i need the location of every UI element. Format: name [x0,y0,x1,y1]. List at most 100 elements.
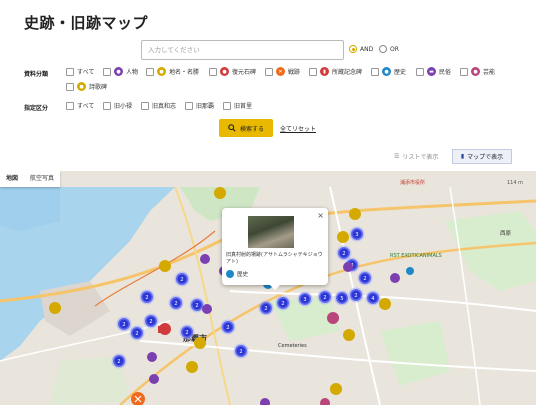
svg-text:2: 2 [145,295,148,301]
and-label: AND [360,45,374,53]
category-label-history: 歴史 [394,69,407,76]
map-view-button[interactable]: ▮ マップで表示 [452,149,512,164]
svg-text:2: 2 [149,319,152,325]
search-icon [228,124,236,132]
svg-text:3: 3 [355,232,358,238]
category-label-folk: 民俗 [439,69,452,76]
district-label-oroku: 旧小禄 [114,103,133,110]
checkbox-icon [209,67,217,76]
category-checkbox-arts[interactable]: ● 芸能 [460,67,495,76]
map-info-popup[interactable]: × 旧真村射的場跡(アサトムラシャテキジョウアト) 歴史 [222,208,328,290]
history-icon: ● [382,67,391,76]
person-icon: ● [114,67,123,76]
site-category: 歴史 [226,270,248,278]
district-label-mawashi: 旧真和志 [152,103,177,110]
category-label-arts: 芸能 [483,69,496,76]
district-label-naha: 旧那覇 [196,103,215,110]
svg-text:2: 2 [135,331,138,337]
svg-text:5: 5 [340,296,343,302]
district-checkbox-mawashi[interactable]: 旧真和志 [141,101,176,110]
checkbox-icon [416,67,424,76]
search-input[interactable] [141,40,344,60]
checkbox-icon [66,101,74,110]
history-icon [226,270,234,278]
search-button-label: 検索する [239,125,264,133]
and-radio[interactable]: AND [349,45,373,53]
category-label-landmark: 地名・名勝 [169,69,200,76]
category-checkbox-monument[interactable]: ▮ 所蔵記念碑 [309,67,362,76]
svg-text:3: 3 [303,297,306,303]
category-checkbox-stone[interactable]: ● 復元石碑 [209,67,256,76]
map-view-label: マップで表示 [467,154,504,161]
category-label-monument: 所蔵記念碑 [332,69,363,76]
checkbox-icon [185,101,193,110]
district-checkbox-naha[interactable]: 旧那覇 [185,101,214,110]
list-view-button[interactable]: ☰ リストで表示 [394,152,438,161]
svg-text:2: 2 [117,359,120,365]
checkbox-icon [66,67,74,76]
category-checkbox-poem[interactable]: ● 詩歌碑 [66,82,107,91]
monument-icon: ▮ [320,67,329,76]
checkbox-icon [103,101,111,110]
arts-icon: ● [471,67,480,76]
checkbox-icon [146,67,154,76]
search-button[interactable]: 検索する [219,119,273,137]
category-checkbox-all[interactable]: すべて [66,67,94,76]
svg-text:2: 2 [354,293,357,299]
list-icon: ☰ [394,153,400,160]
landmark-icon: ● [157,67,166,76]
category-checkbox-person[interactable]: ● 人物 [103,67,138,76]
list-view-label: リストで表示 [402,154,439,161]
district-checkbox-shuri[interactable]: 旧首里 [223,101,252,110]
checkbox-icon [141,101,149,110]
category-label: 資料分類 [24,71,49,78]
checkbox-icon [371,67,379,76]
site-photo [248,216,294,248]
svg-text:2: 2 [180,277,183,283]
category-checkbox-folk[interactable]: ▬ 民俗 [416,67,451,76]
checkbox-icon [223,101,231,110]
category-label-battle: 戦跡 [288,69,301,76]
svg-text:2: 2 [226,325,229,331]
checkbox-icon [309,67,317,76]
map-canvas[interactable]: 地図 航空写真 那覇市 浦添市役所 Cemeteries RST EXOTICA… [0,171,536,405]
reset-link[interactable]: 全てリセット [280,124,316,133]
close-icon[interactable]: × [317,211,324,220]
district-label-all: すべて [77,103,95,110]
category-checkbox-landmark[interactable]: ● 地名・名勝 [146,67,199,76]
district-checkbox-oroku[interactable]: 旧小禄 [103,101,132,110]
svg-text:2: 2 [363,276,366,282]
category-label-stone: 復元石碑 [232,69,257,76]
category-checkbox-history[interactable]: ● 歴史 [371,67,406,76]
category-checkbox-battle[interactable]: ✕ 戦跡 [265,67,300,76]
svg-text:2: 2 [323,295,326,301]
folk-icon: ▬ [427,67,436,76]
district-checkbox-all[interactable]: すべて [66,101,94,110]
svg-text:2: 2 [264,306,267,312]
svg-text:2: 2 [342,251,345,257]
svg-text:2: 2 [122,322,125,328]
map-icon: ▮ [460,153,465,160]
category-label-poem: 詩歌碑 [89,84,108,91]
or-radio[interactable]: OR [379,45,399,53]
checkbox-icon [265,67,273,76]
battle-icon: ✕ [276,67,285,76]
svg-text:2: 2 [281,301,284,307]
district-label: 指定区分 [24,105,49,112]
svg-text:2: 2 [195,303,198,309]
site-name: 旧真村射的場跡(アサトムラシャテキジョウアト) [226,252,323,265]
svg-text:2: 2 [185,330,188,336]
category-label-person: 人物 [126,69,139,76]
or-label: OR [390,45,399,53]
svg-text:2: 2 [239,349,242,355]
map-markers: 324 242 523 222 222 222 222 2 [49,187,414,405]
checkbox-icon [460,67,468,76]
checkbox-icon [66,82,74,91]
radio-selected-icon [349,45,357,53]
page-title: 史跡・旧跡マップ [24,14,149,32]
svg-text:2: 2 [174,301,177,307]
category-label-all: すべて [77,69,95,76]
stone-icon: ● [220,67,229,76]
district-label-shuri: 旧首里 [234,103,253,110]
map-zoom-label: 114 m [507,180,524,186]
